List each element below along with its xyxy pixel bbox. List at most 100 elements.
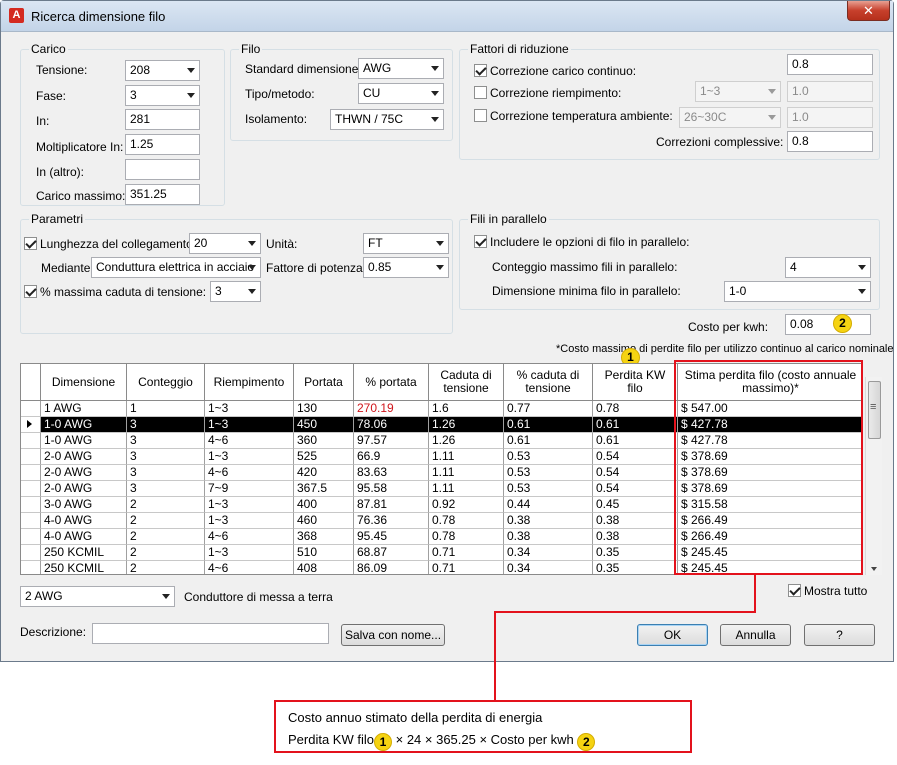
cell-perdita-kw: 0.35 [593,545,678,561]
chevron-down-icon [248,265,256,270]
row-selector[interactable] [21,497,41,513]
header-percent-caduta[interactable]: % caduta di tensione [504,364,593,401]
lunghezza-select[interactable]: 20 [189,233,261,254]
ok-button[interactable]: OK [637,624,708,646]
tensione-select[interactable]: 208 [125,60,200,81]
carico-massimo-label: Carico massimo: [36,189,126,203]
help-button[interactable]: ? [804,624,875,646]
chevron-down-icon [248,289,256,294]
table-scrollbar[interactable] [865,377,882,575]
temperatura-field[interactable]: 1.0 [787,107,873,128]
chevron-down-icon [248,241,256,246]
row-selector[interactable] [21,433,41,449]
header-portata[interactable]: Portata [294,364,354,401]
header-conteggio[interactable]: Conteggio [127,364,205,401]
header-riempimento[interactable]: Riempimento [205,364,294,401]
cell-riempimento: 1~3 [205,417,294,433]
riempimento-field[interactable]: 1.0 [787,81,873,102]
fase-label: Fase: [36,89,67,103]
standard-select[interactable]: AWG [358,58,444,79]
riempimento-label: Correzione riempimento: [490,86,622,100]
terra-value: 2 AWG [25,589,63,603]
carico-continuo-checkbox[interactable] [474,64,487,77]
scroll-down-arrow-icon[interactable] [871,567,877,571]
temperatura-select[interactable]: 26~30C [679,107,781,128]
cell-percent-portata: 86.09 [354,561,429,574]
moltiplicatore-field[interactable]: 1.25 [125,134,200,155]
unita-label: Unità: [266,237,298,251]
scrollbar-thumb[interactable] [868,381,881,439]
riempimento-select[interactable]: 1~3 [695,81,781,102]
riempimento-checkbox[interactable] [474,86,487,99]
costo-field[interactable]: 0.08 [785,314,871,335]
carico-massimo-field[interactable]: 351.25 [125,184,200,205]
cell-portata: 510 [294,545,354,561]
row-selector[interactable] [21,417,41,433]
close-button[interactable]: ✕ [847,1,890,21]
cell-portata: 400 [294,497,354,513]
tipo-value: CU [363,86,381,100]
cell-percent-portata: 95.58 [354,481,429,497]
unita-select[interactable]: FT [363,233,449,254]
chevron-down-icon [162,594,170,599]
mostra-tutto-checkbox[interactable] [788,584,801,597]
salva-button[interactable]: Salva con nome... [341,624,445,646]
caduta-checkbox[interactable] [24,285,37,298]
formula-callout-box: Costo annuo stimato della perdita di ene… [274,700,692,753]
unita-value: FT [368,236,383,250]
row-selector[interactable] [21,545,41,561]
cell-riempimento: 4~6 [205,433,294,449]
cell-portata: 525 [294,449,354,465]
cell-percent-caduta: 0.34 [504,561,593,574]
cell-riempimento: 1~3 [205,497,294,513]
descrizione-label: Descrizione: [20,625,87,639]
fattore-label: Fattore di potenza: [266,261,367,275]
cell-dimensione: 4-0 AWG [41,529,127,545]
terra-select[interactable]: 2 AWG [20,586,175,607]
row-selector[interactable] [21,481,41,497]
row-selector[interactable] [21,513,41,529]
cell-percent-portata: 97.57 [354,433,429,449]
header-perdita-kw[interactable]: Perdita KW filo [593,364,678,401]
callout-formula: Perdita KW filo 1 × 24 × 365.25 × Costo p… [288,731,596,751]
row-selector[interactable] [21,529,41,545]
fattore-select[interactable]: 0.85 [363,257,449,278]
temperatura-checkbox[interactable] [474,109,487,122]
row-selector[interactable] [21,561,41,574]
cell-caduta: 1.11 [429,481,504,497]
header-dimensione[interactable]: Dimensione [41,364,127,401]
row-selector[interactable] [21,465,41,481]
fattore-value: 0.85 [368,260,392,274]
cell-riempimento: 4~6 [205,561,294,574]
cell-caduta: 1.11 [429,465,504,481]
header-percent-portata[interactable]: % portata [354,364,429,401]
lunghezza-checkbox[interactable] [24,237,37,250]
row-selector[interactable] [21,401,41,417]
dimensione-minima-value: 1-0 [729,284,747,298]
callout-badge-one: 1 [373,733,392,751]
tipo-select[interactable]: CU [358,83,444,104]
conteggio-select[interactable]: 4 [785,257,871,278]
cell-portata: 450 [294,417,354,433]
standard-label: Standard dimensione: [245,62,362,76]
descrizione-field[interactable] [92,623,329,644]
chevron-down-icon [431,117,439,122]
caduta-select[interactable]: 3 [210,281,261,302]
in-field[interactable]: 281 [125,109,200,130]
complessive-field[interactable]: 0.8 [787,131,873,152]
mediante-select[interactable]: Conduttura elettrica in acciaio [91,257,261,278]
header-caduta-tensione[interactable]: Caduta di tensione [429,364,504,401]
cell-portata: 368 [294,529,354,545]
cell-perdita-kw: 0.45 [593,497,678,513]
in-altro-field[interactable] [125,159,200,180]
cell-percent-portata: 68.87 [354,545,429,561]
annulla-button[interactable]: Annulla [720,624,791,646]
dimensione-minima-select[interactable]: 1-0 [724,281,871,302]
carico-continuo-field[interactable]: 0.8 [787,54,873,75]
fase-select[interactable]: 3 [125,85,200,106]
cell-perdita-kw: 0.78 [593,401,678,417]
row-selector[interactable] [21,449,41,465]
includere-checkbox[interactable] [474,235,487,248]
cell-perdita-kw: 0.61 [593,417,678,433]
isolamento-select[interactable]: THWN / 75C [330,109,444,130]
